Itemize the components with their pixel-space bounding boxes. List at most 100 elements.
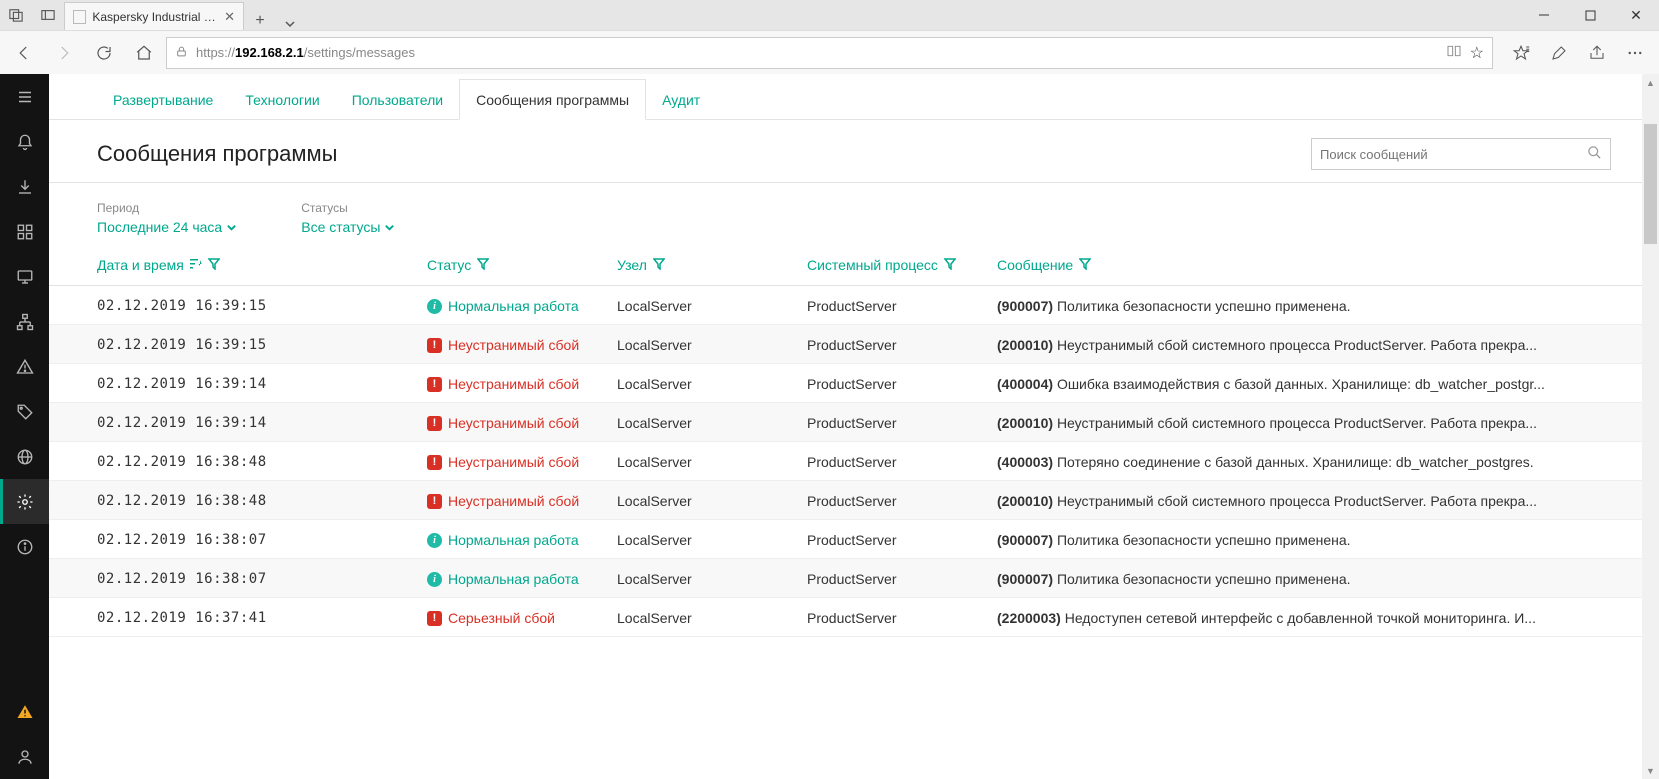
filter-period[interactable]: Период Последние 24 часа: [97, 201, 237, 235]
sidebar-user-button[interactable]: [0, 734, 49, 779]
favorites-icon[interactable]: [1503, 35, 1539, 71]
sidebar-alerts-button[interactable]: [0, 119, 49, 164]
share-icon[interactable]: [1579, 35, 1615, 71]
search-input[interactable]: [1320, 147, 1587, 162]
forward-button[interactable]: [46, 35, 82, 71]
status-text: Неустранимый сбой: [448, 415, 579, 431]
window-maximize-button[interactable]: [1567, 0, 1613, 30]
favicon-icon: [73, 10, 86, 24]
column-message[interactable]: Сообщение: [997, 257, 1611, 273]
sidebar-import-button[interactable]: [0, 164, 49, 209]
status-text: Серьезный сбой: [448, 610, 555, 626]
table-row[interactable]: 02.12.2019 16:37:41!Серьезный сбойLocalS…: [49, 598, 1659, 637]
cell-status: !Серьезный сбой: [427, 610, 617, 626]
column-node[interactable]: Узел: [617, 257, 807, 273]
status-text: Нормальная работа: [448, 532, 579, 548]
cell-node: LocalServer: [617, 298, 807, 314]
table-row[interactable]: 02.12.2019 16:38:48!Неустранимый сбойLoc…: [49, 442, 1659, 481]
table-header: Дата и время Статус Узел Системный проце…: [49, 239, 1659, 286]
filter-icon[interactable]: [944, 257, 956, 273]
table-row[interactable]: 02.12.2019 16:38:48!Неустранимый сбойLoc…: [49, 481, 1659, 520]
cell-node: LocalServer: [617, 493, 807, 509]
tabs-preview-icon[interactable]: [32, 0, 64, 30]
back-button[interactable]: [6, 35, 42, 71]
sidebar-tags-button[interactable]: [0, 389, 49, 434]
browser-tab[interactable]: Kaspersky Industrial Cyb ✕: [64, 2, 244, 30]
tab-deployment[interactable]: Развертывание: [97, 80, 229, 119]
sidebar-hierarchy-button[interactable]: [0, 299, 49, 344]
cell-message: (900007) Политика безопасности успешно п…: [997, 532, 1611, 548]
lock-icon: [175, 45, 188, 61]
scroll-thumb[interactable]: [1644, 124, 1657, 244]
message-code: (400003): [997, 454, 1057, 470]
column-datetime[interactable]: Дата и время: [97, 257, 427, 273]
column-process[interactable]: Системный процесс: [807, 257, 997, 273]
notes-icon[interactable]: [1541, 35, 1577, 71]
cell-process: ProductServer: [807, 454, 997, 470]
scroll-up-icon[interactable]: ▲: [1642, 74, 1659, 91]
refresh-button[interactable]: [86, 35, 122, 71]
cell-message: (400004) Ошибка взаимодействия с базой д…: [997, 376, 1611, 392]
tab-technologies[interactable]: Технологии: [229, 80, 335, 119]
tab-users[interactable]: Пользователи: [336, 80, 459, 119]
table-row[interactable]: 02.12.2019 16:39:14!Неустранимый сбойLoc…: [49, 403, 1659, 442]
cell-node: LocalServer: [617, 454, 807, 470]
filter-status[interactable]: Статусы Все статусы: [301, 201, 395, 235]
table-row[interactable]: 02.12.2019 16:39:15iНормальная работаLoc…: [49, 286, 1659, 325]
filter-icon[interactable]: [477, 257, 489, 273]
message-code: (900007): [997, 532, 1057, 548]
message-text: Политика безопасности успешно применена.: [1057, 532, 1351, 548]
table-row[interactable]: 02.12.2019 16:38:07iНормальная работаLoc…: [49, 520, 1659, 559]
filter-icon[interactable]: [208, 257, 220, 273]
cell-status: !Неустранимый сбой: [427, 337, 617, 353]
tab-audit[interactable]: Аудит: [646, 80, 716, 119]
sidebar-info-button[interactable]: [0, 524, 49, 569]
table-row[interactable]: 02.12.2019 16:39:14!Неустранимый сбойLoc…: [49, 364, 1659, 403]
sidebar-dashboard-button[interactable]: [0, 209, 49, 254]
table-row[interactable]: 02.12.2019 16:39:15!Неустранимый сбойLoc…: [49, 325, 1659, 364]
status-text: Неустранимый сбой: [448, 493, 579, 509]
vertical-scrollbar[interactable]: ▲ ▼: [1642, 74, 1659, 779]
sidebar-menu-button[interactable]: [0, 74, 49, 119]
sidebar-warning-button[interactable]: [0, 344, 49, 389]
tabs-aside-icon[interactable]: [0, 0, 32, 30]
search-box[interactable]: [1311, 138, 1611, 170]
sidebar-alert-triangle-icon[interactable]: [0, 689, 49, 734]
cell-message: (2200003) Недоступен сетевой интерфейс с…: [997, 610, 1611, 626]
reading-view-icon[interactable]: [1446, 43, 1462, 62]
new-tab-button[interactable]: +: [244, 12, 276, 30]
message-text: Потеряно соединение с базой данных. Хран…: [1057, 454, 1534, 470]
favorite-star-icon[interactable]: ☆: [1470, 43, 1484, 63]
error-icon: !: [427, 416, 442, 431]
info-icon: i: [427, 533, 442, 548]
column-status[interactable]: Статус: [427, 257, 617, 273]
sidebar-globe-button[interactable]: [0, 434, 49, 479]
status-text: Нормальная работа: [448, 298, 579, 314]
sort-desc-icon[interactable]: [190, 257, 202, 273]
window-close-button[interactable]: ✕: [1613, 0, 1659, 30]
filter-icon[interactable]: [653, 257, 665, 273]
close-tab-icon[interactable]: ✕: [224, 9, 235, 25]
app-sidebar: [0, 74, 49, 779]
url-text: https://192.168.2.1/settings/messages: [196, 45, 415, 60]
cell-process: ProductServer: [807, 571, 997, 587]
status-text: Неустранимый сбой: [448, 337, 579, 353]
tab-messages[interactable]: Сообщения программы: [459, 79, 646, 120]
chevron-down-icon: [384, 222, 395, 233]
cell-node: LocalServer: [617, 571, 807, 587]
tab-actions-icon[interactable]: [276, 18, 304, 30]
home-button[interactable]: [126, 35, 162, 71]
filter-icon[interactable]: [1079, 257, 1091, 273]
sidebar-settings-button[interactable]: [0, 479, 49, 524]
scroll-down-icon[interactable]: ▼: [1642, 762, 1659, 779]
filter-status-value: Все статусы: [301, 219, 380, 235]
message-code: (400004): [997, 376, 1057, 392]
browser-toolbar: https://192.168.2.1/settings/messages ☆: [0, 30, 1659, 74]
table-row[interactable]: 02.12.2019 16:38:07iНормальная работаLoc…: [49, 559, 1659, 598]
address-bar[interactable]: https://192.168.2.1/settings/messages ☆: [166, 37, 1493, 69]
cell-message: (200010) Неустранимый сбой системного пр…: [997, 493, 1611, 509]
cell-datetime: 02.12.2019 16:38:48: [97, 454, 427, 470]
sidebar-monitor-button[interactable]: [0, 254, 49, 299]
more-icon[interactable]: [1617, 35, 1653, 71]
window-minimize-button[interactable]: [1521, 0, 1567, 30]
